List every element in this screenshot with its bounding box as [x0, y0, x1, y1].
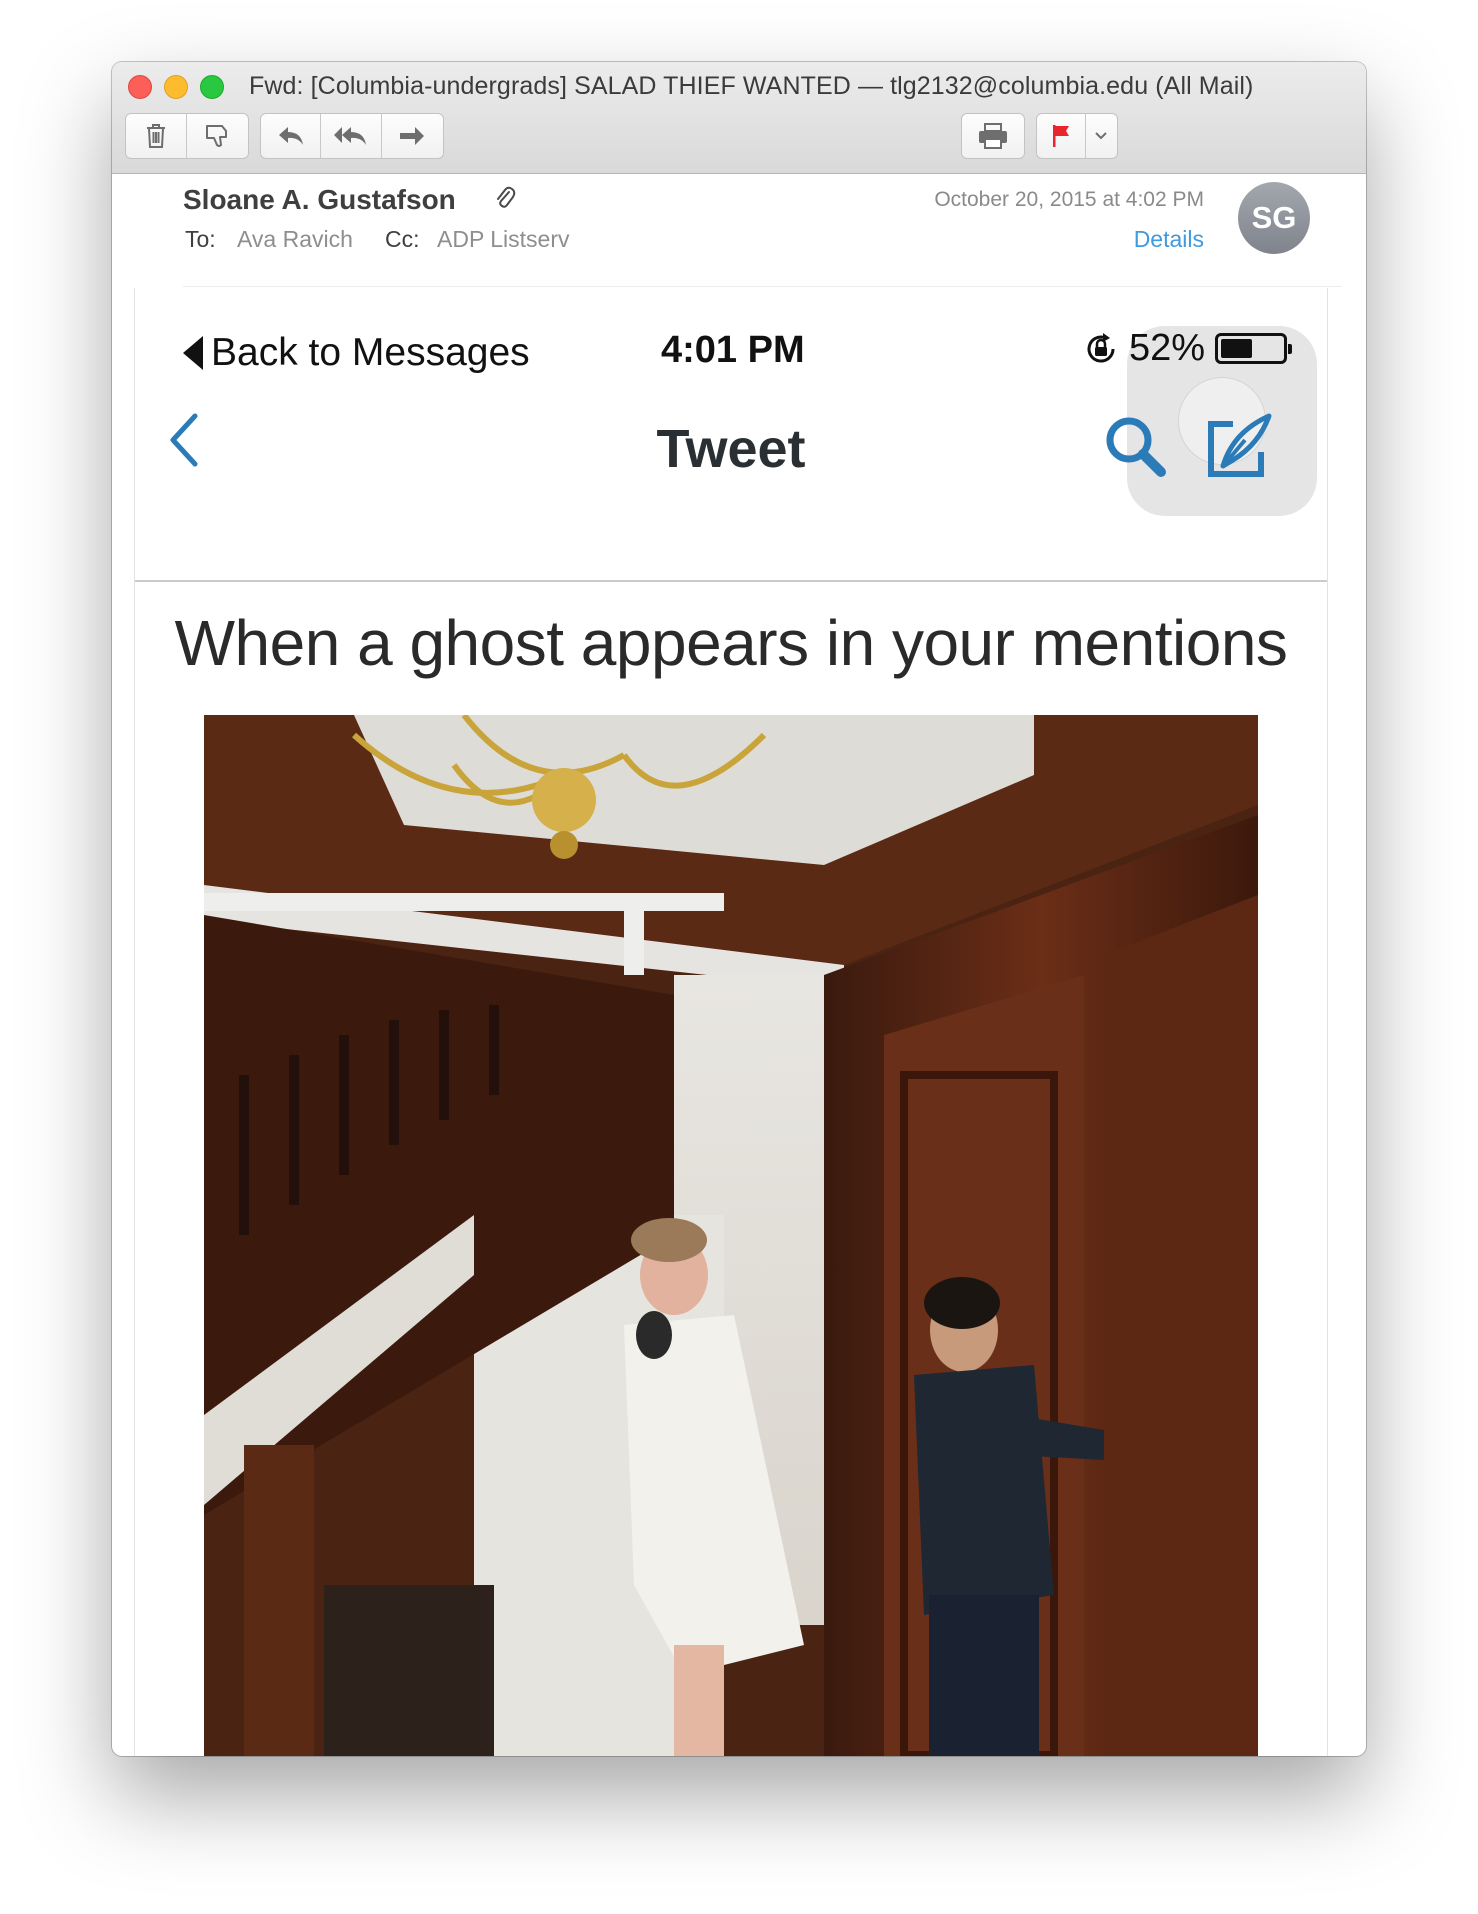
flag-menu-button[interactable] [1086, 114, 1117, 158]
print-group [961, 113, 1025, 159]
cc-label: Cc: [385, 226, 420, 252]
flag-group [1036, 113, 1118, 159]
reply-all-button[interactable] [321, 114, 382, 158]
tweet-photo [204, 715, 1258, 1756]
junk-icon [205, 125, 227, 147]
forward-icon [400, 127, 425, 145]
paperclip-icon [497, 186, 516, 208]
back-triangle-icon [183, 336, 203, 370]
trash-icon [147, 124, 165, 148]
status-right: 52% [1083, 327, 1293, 370]
message-header: Sloane A. Gustafson To: Ava Ravich Cc: A… [112, 174, 1366, 288]
delete-junk-group [125, 113, 249, 159]
window-title: Fwd: [Columbia-undergrads] SALAD THIEF W… [249, 72, 1254, 100]
rotation-lock-icon [1087, 332, 1115, 363]
nav-divider [135, 580, 1327, 582]
print-icon [979, 123, 1007, 149]
details-link[interactable]: Details [1134, 226, 1204, 253]
junk-button[interactable] [187, 114, 248, 158]
tweet-text: When a ghost appears in your mentions [174, 607, 1288, 679]
recipient-to[interactable]: Ava Ravich [237, 226, 353, 253]
forward-button[interactable] [382, 114, 443, 158]
attached-screenshot: Back to Messages 4:01 PM 52% Tweet When … [134, 288, 1328, 1756]
flag-icon [1052, 125, 1069, 147]
to-label: To: [185, 226, 216, 252]
mail-window: Fwd: [Columbia-undergrads] SALAD THIEF W… [112, 62, 1366, 1756]
battery-percent: 52% [1129, 327, 1206, 369]
reply-forward-group [260, 113, 444, 159]
title-bar: Fwd: [Columbia-undergrads] SALAD THIEF W… [112, 62, 1366, 174]
battery-icon [1215, 333, 1293, 364]
avatar: SG [1238, 182, 1310, 254]
reply-all-icon [334, 127, 367, 145]
header-divider [183, 286, 1342, 287]
reply-button[interactable] [261, 114, 322, 158]
delete-button[interactable] [126, 114, 188, 158]
battery-level [1221, 339, 1253, 358]
chevron-down-icon [1095, 132, 1108, 140]
message-date: October 20, 2015 at 4:02 PM [934, 188, 1204, 211]
status-back-to-messages: Back to Messages [183, 331, 530, 375]
compose-icon [1208, 413, 1272, 477]
search-icon [1106, 417, 1166, 477]
reply-icon [278, 127, 303, 145]
print-button[interactable] [962, 114, 1024, 158]
zoom-window-button[interactable] [200, 75, 224, 99]
minimize-window-button[interactable] [164, 75, 188, 99]
recipient-cc[interactable]: ADP Listserv [437, 226, 570, 253]
status-time: 4:01 PM [661, 329, 805, 371]
close-window-button[interactable] [128, 75, 152, 99]
flag-button[interactable] [1037, 114, 1086, 158]
status-back-label: Back to Messages [211, 331, 530, 374]
sender-name[interactable]: Sloane A. Gustafson [183, 184, 456, 216]
